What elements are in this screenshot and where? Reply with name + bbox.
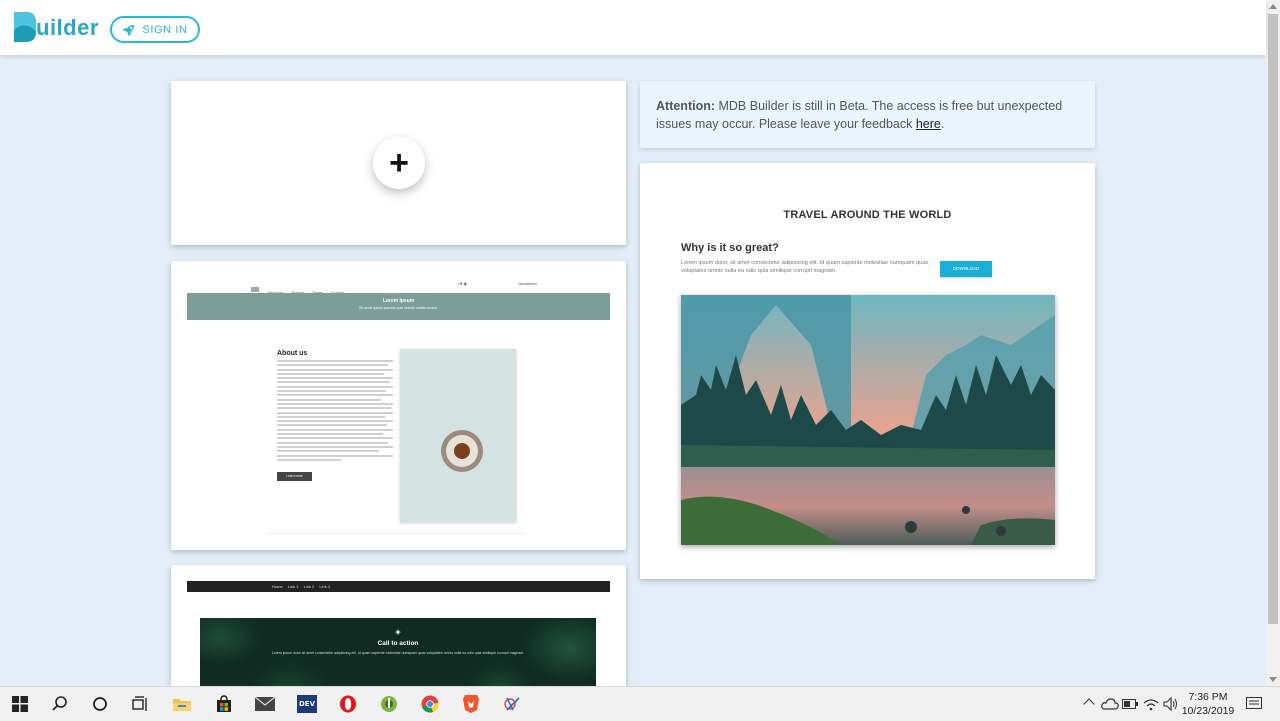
clock-time: 7:36 PM: [1188, 691, 1228, 703]
mail-icon[interactable]: [253, 693, 277, 715]
mini-paragraph: [277, 360, 393, 463]
android-studio-icon[interactable]: [377, 693, 401, 715]
search-icon[interactable]: [48, 693, 72, 715]
show-hidden-icons-icon[interactable]: [1083, 698, 1095, 710]
travel-download-button: DOWNLOAD: [940, 261, 992, 277]
logo-text: uilder: [36, 15, 99, 40]
sign-in-button[interactable]: SIGN IN: [110, 16, 200, 43]
new-project-card[interactable]: +: [171, 81, 626, 245]
landscape-photo: [681, 295, 1055, 545]
snipping-tool-icon[interactable]: [501, 693, 525, 715]
task-view-icon[interactable]: [128, 693, 152, 715]
mini-cta-text: Lorem ipsum dolor sit amet consectetur a…: [271, 651, 525, 655]
windows-taskbar: DEV 7:36 PM 10/23/2019: [0, 686, 1280, 721]
mini-cta-title: Call to action: [377, 640, 419, 647]
scroll-thumb[interactable]: [1268, 14, 1278, 624]
svg-text:DEV: DEV: [299, 700, 316, 708]
page-scrollbar[interactable]: [1266, 0, 1280, 686]
mini-nav-item: Link 3: [319, 584, 331, 589]
clock-date: 10/23/2019: [1181, 705, 1235, 717]
mini-logo: [251, 287, 259, 293]
alert-text: MDB Builder is still in Beta. The access…: [656, 99, 1063, 131]
store-icon[interactable]: [212, 693, 236, 715]
travel-paragraph: Lorem ipsum dolor, sit amet consectetur …: [681, 260, 930, 274]
opera-icon[interactable]: [336, 693, 360, 715]
mini-section-title: About us: [277, 350, 308, 357]
mini-banner-title: Lorem Ipsum: [382, 298, 415, 304]
mini-newsletter: Newsletter: [518, 281, 537, 286]
brave-icon[interactable]: [459, 693, 483, 715]
travel-subtitle: Why is it so great?: [681, 242, 779, 254]
template-card-about[interactable]: About us Pricing Team Contact f ♥ ◉ News…: [171, 261, 626, 550]
builder-logo[interactable]: uilder: [12, 8, 98, 48]
travel-title: TRAVEL AROUND THE WORLD: [783, 209, 952, 221]
mini-nav-item: Home: [272, 584, 283, 589]
top-navbar: uilder SIGN IN: [0, 0, 1266, 55]
coffee-cup-image: [441, 430, 483, 472]
alert-label: Attention:: [656, 99, 716, 113]
notifications-icon[interactable]: [1242, 693, 1266, 715]
coffee-photo: [400, 349, 516, 522]
scroll-down-arrow-icon[interactable]: [1269, 677, 1277, 682]
chrome-icon[interactable]: [418, 693, 442, 717]
rocket-icon: [123, 24, 135, 36]
plus-icon: +: [389, 144, 409, 182]
windows-start-icon[interactable]: [8, 693, 32, 715]
alert-end: .: [940, 117, 945, 131]
mini-nav-item: Link 1: [287, 584, 299, 589]
mini-cta-section: ◈ Call to action Lorem ipsum dolor sit a…: [200, 618, 596, 695]
template-card-travel[interactable]: TRAVEL AROUND THE WORLD Why is it so gre…: [640, 163, 1095, 579]
scroll-up-arrow-icon[interactable]: [1269, 4, 1277, 9]
file-explorer-icon[interactable]: [170, 693, 194, 715]
mini-social-icons: f ♥ ◉: [457, 281, 467, 286]
download-label: DOWNLOAD: [952, 266, 980, 271]
mini-navbar: About us Pricing Team Contact f ♥ ◉ News…: [251, 281, 541, 295]
system-clock[interactable]: 7:36 PM 10/23/2019: [1180, 690, 1236, 718]
mini-dark-navbar: Home Link 1 Link 2 Link 3: [187, 581, 610, 592]
template-card-cta[interactable]: Home Link 1 Link 2 Link 3 ◈ Call to acti…: [171, 565, 626, 695]
gem-icon: ◈: [395, 629, 401, 636]
cortana-icon[interactable]: [88, 693, 112, 715]
add-project-button[interactable]: +: [373, 137, 425, 189]
sign-in-label: SIGN IN: [142, 23, 188, 36]
mini-learn-more-button: Learn more: [277, 472, 312, 481]
dev-app-icon[interactable]: DEV: [295, 693, 319, 715]
mini-divider: [266, 533, 526, 534]
logo-mark-icon: [14, 12, 36, 42]
mini-banner: Lorem Ipsum Sit amet ipsum gravida quis …: [187, 293, 610, 320]
mini-nav-item: Link 2: [303, 584, 315, 589]
mini-banner-subtitle: Sit amet ipsum gravida quis blandit matt…: [359, 306, 438, 310]
feedback-link[interactable]: here: [916, 117, 941, 131]
beta-alert: Attention: MDB Builder is still in Beta.…: [640, 81, 1095, 148]
